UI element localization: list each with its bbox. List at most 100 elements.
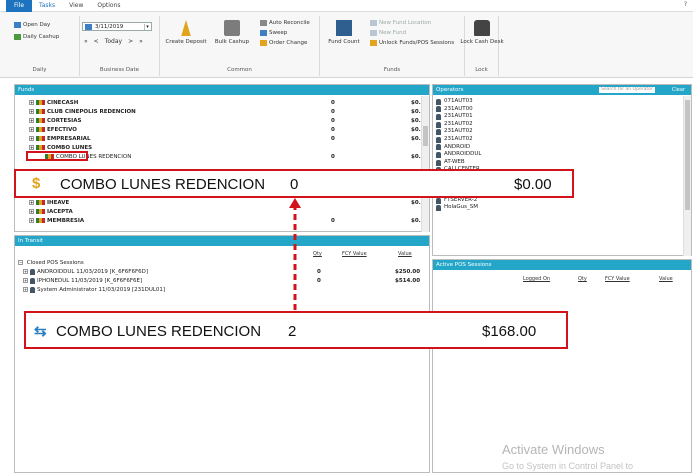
fund-row[interactable]: + EMPRESARIAL 0 $0.00 xyxy=(15,135,428,143)
fund-row[interactable]: + CINECASH 0 $0.00 xyxy=(15,99,428,107)
fund-row[interactable]: + IACEPTA xyxy=(15,208,419,216)
active-pos-panel: Active POS Sessions Logged On Qty FCY Va… xyxy=(432,259,692,473)
fund-row[interactable]: + CORTESIAS 0 $0.00 xyxy=(15,117,428,125)
new-fund-icon xyxy=(370,30,377,36)
group-caption-daily: Daily xyxy=(32,67,47,73)
group-caption-business-date: Business Date xyxy=(99,67,140,73)
expand-icon[interactable]: + xyxy=(29,109,34,114)
unlock-funds-button[interactable]: Unlock Funds/POS Sessions xyxy=(370,40,454,46)
fund-icon xyxy=(36,127,45,132)
operator-item[interactable]: 231AUT02 xyxy=(436,136,473,144)
ribbon-group-common: Create Deposit Bulk Cashup Auto Reconcil… xyxy=(160,16,320,76)
col-fcy-value[interactable]: FCY Value xyxy=(342,251,367,257)
fund-row[interactable]: + MEMBRESIA 0 $0.00 xyxy=(15,217,428,225)
expand-icon[interactable]: + xyxy=(29,145,34,150)
closed-pos-group[interactable]: − Closed POS Sessions xyxy=(18,259,84,267)
activate-windows-subtitle: Go to System in Control Panel to xyxy=(502,461,634,471)
daily-cashup-button[interactable]: Daily Cashup xyxy=(14,34,59,40)
operator-search-input[interactable]: Search for an Operator xyxy=(599,87,655,93)
session-row[interactable]: + ANDROIDDUL 11/03/2019 [K_6F6F6F6D] 0 $250… xyxy=(23,268,423,276)
menu-options[interactable]: Options xyxy=(90,0,127,12)
next-next-button[interactable]: » xyxy=(139,38,143,45)
user-icon xyxy=(436,98,441,105)
open-day-button[interactable]: Open Day xyxy=(14,22,50,28)
user-icon xyxy=(30,268,35,275)
col-fcy-value[interactable]: FCY Value xyxy=(605,276,630,282)
order-change-button[interactable]: Order Change xyxy=(260,40,307,46)
menu-view[interactable]: View xyxy=(62,0,90,12)
row-label: EMPRESARIAL xyxy=(47,136,91,142)
operators-scroll-thumb[interactable] xyxy=(685,100,690,210)
fund-row[interactable]: + CLUB CINEPOLIS REDENCION 0 $0.00 xyxy=(15,108,428,116)
operator-item[interactable]: 231AUT02 xyxy=(436,121,473,129)
lock-cash-desk-button[interactable]: Lock Cash Desk xyxy=(460,20,504,45)
expand-icon[interactable]: + xyxy=(23,278,28,283)
fund-row[interactable]: + IHEAVE $0.00 xyxy=(15,199,428,207)
session-row[interactable]: + IPHONEDUL 11/03/2019 [K_6F6F6F6E] 0 $514.… xyxy=(23,277,423,285)
bulk-cashup-button[interactable]: Bulk Cashup xyxy=(210,20,254,45)
operator-item[interactable]: 231AUT02 xyxy=(436,128,473,136)
operator-label: ANDROIDDUL xyxy=(444,151,482,158)
expand-icon[interactable]: + xyxy=(29,127,34,132)
row-label: CINECASH xyxy=(47,100,79,106)
fund-icon xyxy=(36,100,45,105)
operator-item[interactable]: 231AUT01 xyxy=(436,113,473,121)
session-name: + System Administrator 11/03/2019 [231DUL… xyxy=(23,286,165,294)
col-logged-on[interactable]: Logged On xyxy=(523,276,550,282)
menu-file[interactable]: File xyxy=(6,0,33,12)
ribbon-group-lock: Lock Cash Desk Lock xyxy=(460,16,504,76)
row-name: + MEMBRESIA xyxy=(29,217,84,225)
expand-icon[interactable]: + xyxy=(29,118,34,123)
col-qty[interactable]: Qty xyxy=(313,251,322,257)
business-date-field[interactable]: 3/11/2019 ▾ xyxy=(82,22,152,31)
next-button[interactable]: > xyxy=(128,38,133,45)
fund-count-button[interactable]: Fund Count xyxy=(322,20,366,45)
operator-item[interactable]: ANDROID xyxy=(436,144,470,152)
chevron-down-icon[interactable]: ▾ xyxy=(144,24,150,30)
sweep-button[interactable]: Sweep xyxy=(260,30,287,36)
row-qty: 0 xyxy=(331,100,335,106)
expand-icon[interactable]: + xyxy=(29,209,34,214)
funds-scrollbar[interactable] xyxy=(421,96,429,232)
menu-tasks[interactable]: Tasks xyxy=(32,0,62,12)
col-value[interactable]: Value xyxy=(398,251,412,257)
today-button[interactable]: Today xyxy=(105,38,122,45)
operator-label: ANDROID xyxy=(444,143,471,150)
create-deposit-button[interactable]: Create Deposit xyxy=(164,20,208,45)
clear-button[interactable]: Clear xyxy=(672,85,685,95)
collapse-icon[interactable]: − xyxy=(18,260,23,265)
operator-item[interactable]: AT-WEB xyxy=(436,159,465,167)
row-label: IACEPTA xyxy=(47,209,73,215)
expand-icon[interactable]: + xyxy=(23,269,28,274)
fund-icon xyxy=(36,118,45,123)
prev-prev-button[interactable]: « xyxy=(84,38,88,45)
funds-scroll-thumb[interactable] xyxy=(423,126,428,146)
session-row[interactable]: + System Administrator 11/03/2019 [231DUL… xyxy=(23,286,423,294)
new-fund-button[interactable]: New Fund xyxy=(370,30,406,36)
col-value[interactable]: Value xyxy=(659,276,673,282)
callout-transit-value: $168.00 xyxy=(482,323,537,340)
operator-item[interactable]: 231AUT00 xyxy=(436,106,473,114)
row-name: + CINECASH xyxy=(29,99,78,107)
session-label: IPHONEDUL 11/03/2019 [K_6F6F6F6E] xyxy=(37,278,143,284)
prev-button[interactable]: < xyxy=(94,38,99,45)
session-name: + IPHONEDUL 11/03/2019 [K_6F6F6F6E] xyxy=(23,277,142,285)
expand-icon[interactable]: + xyxy=(29,100,34,105)
auto-reconcile-button[interactable]: Auto Reconcile xyxy=(260,20,310,26)
expand-icon[interactable]: + xyxy=(29,136,34,141)
user-icon xyxy=(30,277,35,284)
col-qty[interactable]: Qty xyxy=(578,276,587,282)
operator-item[interactable]: HolaGus_SM xyxy=(436,204,478,212)
row-qty: 0 xyxy=(331,118,335,124)
user-icon xyxy=(436,159,441,166)
new-fund-location-button[interactable]: New Fund Location xyxy=(370,20,431,26)
expand-icon[interactable]: + xyxy=(23,287,28,292)
expand-icon[interactable]: + xyxy=(29,218,34,223)
expand-icon[interactable]: + xyxy=(29,200,34,205)
help-button[interactable]: ? xyxy=(684,1,687,8)
operator-item[interactable]: ANDROIDDUL xyxy=(436,151,481,159)
row-qty: 0 xyxy=(331,127,335,133)
operators-scrollbar[interactable] xyxy=(683,96,691,256)
operator-item[interactable]: 071AUT03 xyxy=(436,98,473,106)
fund-row[interactable]: + EFECTIVO 0 $0.00 xyxy=(15,126,428,134)
